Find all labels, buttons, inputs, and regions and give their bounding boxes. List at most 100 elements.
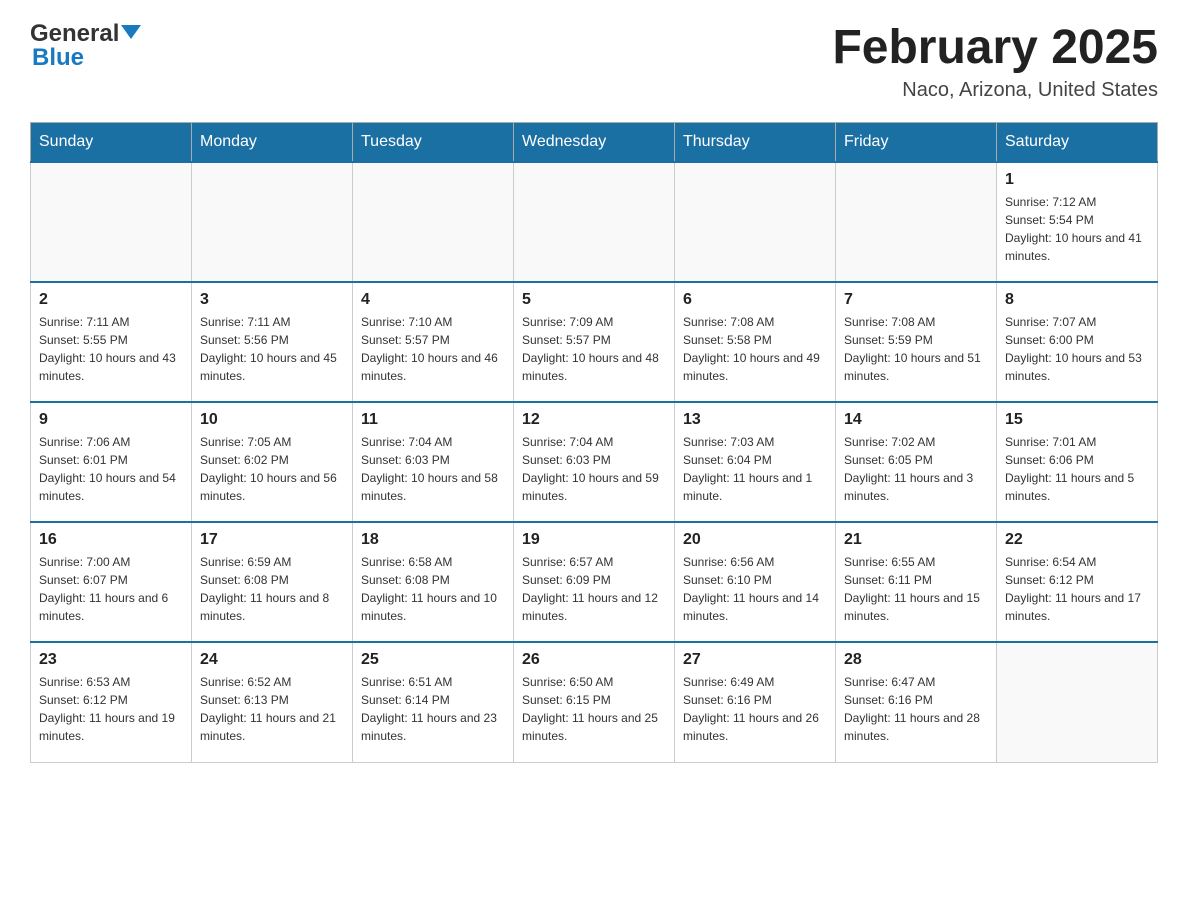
calendar-cell: 13 Sunrise: 7:03 AM Sunset: 6:04 PM Dayli… [675,402,836,522]
day-info: Sunrise: 6:51 AM Sunset: 6:14 PM Dayligh… [361,673,505,745]
calendar-cell [836,162,997,282]
day-info: Sunrise: 7:11 AM Sunset: 5:56 PM Dayligh… [200,313,344,385]
day-info: Sunrise: 6:59 AM Sunset: 6:08 PM Dayligh… [200,553,344,625]
day-number: 13 [683,411,827,429]
day-info: Sunrise: 7:08 AM Sunset: 5:58 PM Dayligh… [683,313,827,385]
title-section: February 2025 Naco, Arizona, United Stat… [832,20,1158,102]
calendar-header-tuesday: Tuesday [353,123,514,163]
calendar-cell: 9 Sunrise: 7:06 AM Sunset: 6:01 PM Daylig… [31,402,192,522]
calendar-week-row-1: 2 Sunrise: 7:11 AM Sunset: 5:55 PM Daylig… [31,282,1158,402]
calendar-header-friday: Friday [836,123,997,163]
day-info: Sunrise: 6:47 AM Sunset: 6:16 PM Dayligh… [844,673,988,745]
day-info: Sunrise: 6:52 AM Sunset: 6:13 PM Dayligh… [200,673,344,745]
calendar-cell [31,162,192,282]
day-info: Sunrise: 6:57 AM Sunset: 6:09 PM Dayligh… [522,553,666,625]
location: Naco, Arizona, United States [832,79,1158,102]
calendar-cell: 10 Sunrise: 7:05 AM Sunset: 6:02 PM Dayli… [192,402,353,522]
logo: General Blue [30,20,141,72]
day-number: 6 [683,291,827,309]
calendar-header-saturday: Saturday [997,123,1158,163]
day-info: Sunrise: 7:12 AM Sunset: 5:54 PM Dayligh… [1005,193,1149,265]
day-number: 25 [361,651,505,669]
day-info: Sunrise: 6:55 AM Sunset: 6:11 PM Dayligh… [844,553,988,625]
day-info: Sunrise: 6:58 AM Sunset: 6:08 PM Dayligh… [361,553,505,625]
day-info: Sunrise: 7:01 AM Sunset: 6:06 PM Dayligh… [1005,433,1149,505]
calendar-cell [514,162,675,282]
calendar-cell: 11 Sunrise: 7:04 AM Sunset: 6:03 PM Dayli… [353,402,514,522]
day-number: 5 [522,291,666,309]
day-number: 9 [39,411,183,429]
calendar-cell: 3 Sunrise: 7:11 AM Sunset: 5:56 PM Daylig… [192,282,353,402]
calendar-cell: 14Sunrise: 7:02 AM Sunset: 6:05 PM Dayli… [836,402,997,522]
day-info: Sunrise: 6:50 AM Sunset: 6:15 PM Dayligh… [522,673,666,745]
calendar-week-row-0: 1 Sunrise: 7:12 AM Sunset: 5:54 PM Daylig… [31,162,1158,282]
day-number: 21 [844,531,988,549]
day-number: 2 [39,291,183,309]
day-number: 22 [1005,531,1149,549]
calendar-header-sunday: Sunday [31,123,192,163]
day-info: Sunrise: 7:09 AM Sunset: 5:57 PM Dayligh… [522,313,666,385]
calendar-cell: 19 Sunrise: 6:57 AM Sunset: 6:09 PM Dayli… [514,522,675,642]
day-info: Sunrise: 7:06 AM Sunset: 6:01 PM Dayligh… [39,433,183,505]
calendar-header-monday: Monday [192,123,353,163]
calendar-cell [353,162,514,282]
calendar-cell: 23Sunrise: 6:53 AM Sunset: 6:12 PM Dayli… [31,642,192,762]
calendar-cell [997,642,1158,762]
day-number: 15 [1005,411,1149,429]
day-number: 26 [522,651,666,669]
calendar-week-row-4: 23Sunrise: 6:53 AM Sunset: 6:12 PM Dayli… [31,642,1158,762]
logo-blue-text: Blue [32,44,84,72]
day-info: Sunrise: 7:02 AM Sunset: 6:05 PM Dayligh… [844,433,988,505]
calendar-cell: 4 Sunrise: 7:10 AM Sunset: 5:57 PM Daylig… [353,282,514,402]
day-number: 16 [39,531,183,549]
calendar-week-row-2: 9 Sunrise: 7:06 AM Sunset: 6:01 PM Daylig… [31,402,1158,522]
day-number: 19 [522,531,666,549]
day-number: 27 [683,651,827,669]
day-info: Sunrise: 7:10 AM Sunset: 5:57 PM Dayligh… [361,313,505,385]
page-header: General Blue February 2025 Naco, Arizona… [30,20,1158,102]
calendar-cell: 5 Sunrise: 7:09 AM Sunset: 5:57 PM Daylig… [514,282,675,402]
calendar-header-wednesday: Wednesday [514,123,675,163]
day-number: 1 [1005,171,1149,189]
day-info: Sunrise: 7:07 AM Sunset: 6:00 PM Dayligh… [1005,313,1149,385]
calendar-cell: 25 Sunrise: 6:51 AM Sunset: 6:14 PM Dayli… [353,642,514,762]
calendar-cell: 21 Sunrise: 6:55 AM Sunset: 6:11 PM Dayli… [836,522,997,642]
calendar-cell [192,162,353,282]
day-number: 17 [200,531,344,549]
day-number: 28 [844,651,988,669]
calendar-cell: 15 Sunrise: 7:01 AM Sunset: 6:06 PM Dayli… [997,402,1158,522]
calendar-header-thursday: Thursday [675,123,836,163]
calendar-cell: 18 Sunrise: 6:58 AM Sunset: 6:08 PM Dayli… [353,522,514,642]
calendar-cell: 28 Sunrise: 6:47 AM Sunset: 6:16 PM Dayli… [836,642,997,762]
calendar-cell: 17 Sunrise: 6:59 AM Sunset: 6:08 PM Dayli… [192,522,353,642]
day-info: Sunrise: 7:00 AM Sunset: 6:07 PM Dayligh… [39,553,183,625]
day-info: Sunrise: 6:49 AM Sunset: 6:16 PM Dayligh… [683,673,827,745]
day-info: Sunrise: 7:04 AM Sunset: 6:03 PM Dayligh… [522,433,666,505]
day-number: 3 [200,291,344,309]
day-number: 4 [361,291,505,309]
calendar-cell: 20 Sunrise: 6:56 AM Sunset: 6:10 PM Dayli… [675,522,836,642]
day-info: Sunrise: 7:08 AM Sunset: 5:59 PM Dayligh… [844,313,988,385]
calendar-cell: 26 Sunrise: 6:50 AM Sunset: 6:15 PM Dayli… [514,642,675,762]
day-info: Sunrise: 7:04 AM Sunset: 6:03 PM Dayligh… [361,433,505,505]
calendar-cell [675,162,836,282]
calendar-cell: 8Sunrise: 7:07 AM Sunset: 6:00 PM Daylig… [997,282,1158,402]
day-number: 12 [522,411,666,429]
day-number: 23 [39,651,183,669]
day-info: Sunrise: 7:11 AM Sunset: 5:55 PM Dayligh… [39,313,183,385]
day-number: 20 [683,531,827,549]
day-number: 11 [361,411,505,429]
day-number: 7 [844,291,988,309]
logo-triangle-icon [121,25,141,39]
day-number: 10 [200,411,344,429]
calendar-week-row-3: 16 Sunrise: 7:00 AM Sunset: 6:07 PM Dayli… [31,522,1158,642]
day-info: Sunrise: 6:54 AM Sunset: 6:12 PM Dayligh… [1005,553,1149,625]
month-title: February 2025 [832,20,1158,75]
day-info: Sunrise: 6:56 AM Sunset: 6:10 PM Dayligh… [683,553,827,625]
calendar-cell: 12 Sunrise: 7:04 AM Sunset: 6:03 PM Dayli… [514,402,675,522]
day-number: 24 [200,651,344,669]
day-info: Sunrise: 7:05 AM Sunset: 6:02 PM Dayligh… [200,433,344,505]
calendar-cell: 7 Sunrise: 7:08 AM Sunset: 5:59 PM Daylig… [836,282,997,402]
day-info: Sunrise: 7:03 AM Sunset: 6:04 PM Dayligh… [683,433,827,505]
day-number: 18 [361,531,505,549]
